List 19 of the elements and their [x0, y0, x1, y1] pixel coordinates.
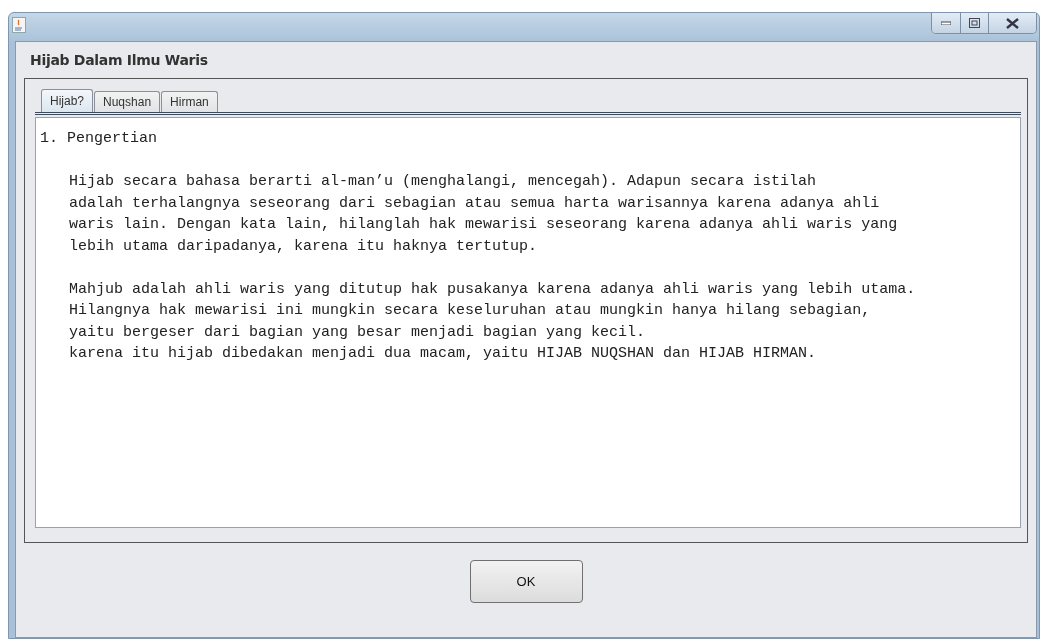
section-title: 1. Pengertian — [40, 129, 159, 149]
close-button[interactable] — [988, 13, 1036, 33]
text-line: Hilangnya hak mewarisi ini mungkin secara keseluruhan atau mungkin hanya hilang sebagian, — [68, 301, 872, 321]
text-line: waris lain. Dengan kata lain, hilanglah hak mewarisi seseorang karena adanya ahli waris yang — [68, 215, 899, 235]
maximize-icon — [969, 18, 980, 28]
text-line: Hijab secara bahasa berarti al-man’u (menghalangi, mencegah). Adapun secara istilah — [68, 172, 818, 192]
text-line: lebih utama daripadanya, karena itu haknya tertutup. — [68, 236, 539, 257]
text-line: Mahjub adalah ahli waris yang ditutup hak pusakanya karena adanya ahli waris yang lebih utama. — [68, 279, 917, 300]
tab[interactable]: Hijab? — [41, 89, 94, 112]
tab[interactable]: Hirman — [161, 91, 218, 112]
tab[interactable]: Nuqshan — [94, 91, 161, 112]
text-line: yaitu bergeser dari bagian yang besar menjadi bagian yang kecil. — [68, 322, 647, 343]
text-line: karena itu hijab dibedakan menjadi dua macam, yaitu HIJAB NUQSHAN dan HIJAB HIRMAN. — [68, 344, 818, 364]
close-icon — [1006, 17, 1019, 29]
text-line: adalah terhalangnya seseorang dari sebagian atau semua harta warisannya karena adanya ahli — [68, 193, 881, 214]
ok-button[interactable]: OK — [469, 560, 583, 603]
dialog-heading: Hijab Dalam Ilmu Waris — [29, 51, 209, 70]
maximize-button[interactable] — [960, 13, 988, 33]
minimize-icon — [941, 21, 951, 25]
